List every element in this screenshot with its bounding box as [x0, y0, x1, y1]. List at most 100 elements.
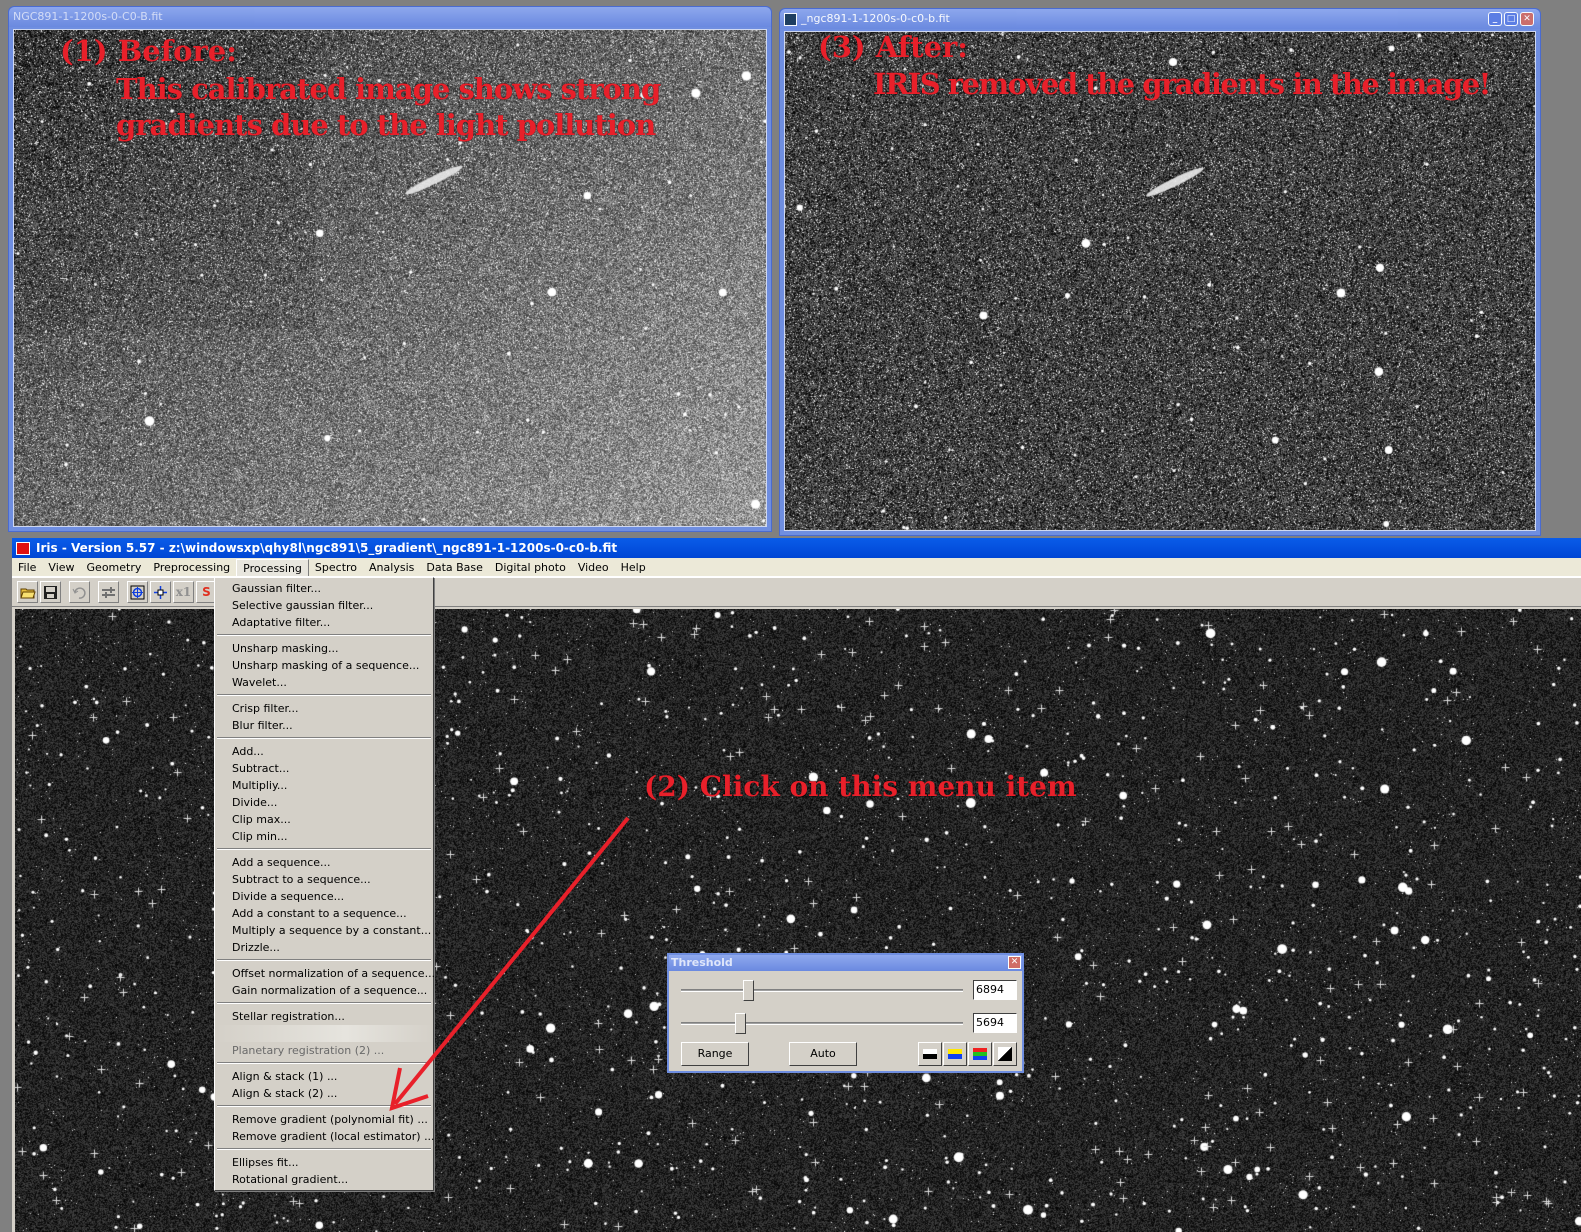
- menu-data-base[interactable]: Data Base: [420, 559, 489, 576]
- rgb-palette-button[interactable]: [968, 1042, 992, 1066]
- menu-preprocessing[interactable]: Preprocessing: [147, 559, 236, 576]
- high-threshold-input[interactable]: 6894: [973, 980, 1017, 1000]
- menu-geometry[interactable]: Geometry: [81, 559, 148, 576]
- menu-separator: [217, 694, 431, 696]
- menu-separator: [217, 848, 431, 850]
- threshold-close-button[interactable]: ✕: [1008, 956, 1021, 969]
- low-threshold-input[interactable]: 5694: [973, 1013, 1017, 1033]
- before-annotation-heading: (1) Before:: [60, 34, 237, 68]
- grayscale-palette-button[interactable]: [918, 1042, 942, 1066]
- menu-help[interactable]: Help: [615, 559, 652, 576]
- low-threshold-slider[interactable]: [734, 1013, 746, 1034]
- after-annotation-heading: (3) After:: [818, 30, 969, 64]
- after-image-canvas[interactable]: [784, 31, 1536, 531]
- iris-app-icon: [16, 541, 30, 555]
- zoom-fit-icon: [130, 585, 145, 599]
- menu-item-gain-normalization-of-a-sequence[interactable]: Gain normalization of a sequence...: [215, 982, 433, 999]
- open-folder-icon: [19, 588, 36, 599]
- menu-item-gaussian-filter[interactable]: Gaussian filter...: [215, 580, 433, 597]
- zoom-fit-button[interactable]: [127, 581, 148, 603]
- menu-item-drizzle[interactable]: Drizzle...: [215, 939, 433, 956]
- menu-item-unsharp-masking[interactable]: Unsharp masking...: [215, 640, 433, 657]
- save-disk-icon: [44, 585, 57, 599]
- threshold-titlebar[interactable]: Threshold ✕: [669, 955, 1022, 971]
- rgb-palette-icon: [973, 1048, 987, 1060]
- menu-separator: [217, 1148, 431, 1150]
- menu-item-offset-normalization-of-a-sequence[interactable]: Offset normalization of a sequence...: [215, 965, 435, 982]
- close-button[interactable]: ✕: [1520, 12, 1534, 26]
- red-tool-icon: S: [202, 585, 211, 599]
- after-window-titlebar[interactable]: _ngc891-1-1200s-0-c0-b.fit _ □ ✕: [780, 9, 1540, 29]
- yellow-blue-palette-button[interactable]: [943, 1042, 967, 1066]
- menu-item-align-stack-2[interactable]: Align & stack (2) ...: [215, 1085, 433, 1102]
- menu-separator: [217, 634, 431, 636]
- center-move-icon: [154, 585, 167, 599]
- processing-dropdown-menu: Gaussian filter... Selective gaussian fil…: [214, 577, 435, 1191]
- menu-digital-photo[interactable]: Digital photo: [489, 559, 572, 576]
- save-button[interactable]: [40, 581, 61, 603]
- threshold-sliders-icon: [102, 586, 115, 598]
- click-annotation: (2) Click on this menu item: [644, 770, 1077, 803]
- before-annotation-line2: gradients due to the light pollution: [116, 108, 656, 142]
- after-window-title: _ngc891-1-1200s-0-c0-b.fit: [801, 12, 950, 25]
- menu-item-add-a-constant-to-a-sequence[interactable]: Add a constant to a sequence...: [215, 905, 433, 922]
- undo-button[interactable]: [69, 581, 90, 603]
- threshold-dialog[interactable]: Threshold ✕ 6894 5694 Range Auto: [667, 953, 1024, 1073]
- menu-analysis[interactable]: Analysis: [363, 559, 420, 576]
- menu-item-blur-filter[interactable]: Blur filter...: [215, 717, 433, 734]
- menu-item-clip-max[interactable]: Clip max...: [215, 811, 433, 828]
- menu-item-divide-a-sequence[interactable]: Divide a sequence...: [215, 888, 433, 905]
- menu-item-remove-gradient-local-estimator[interactable]: Remove gradient (local estimator) ...: [215, 1128, 435, 1145]
- menu-item-clip-min[interactable]: Clip min...: [215, 828, 433, 845]
- menu-file[interactable]: File: [12, 559, 42, 576]
- invert-palette-icon: [998, 1047, 1012, 1061]
- menu-item-wavelet[interactable]: Wavelet...: [215, 674, 433, 691]
- menu-view[interactable]: View: [42, 559, 80, 576]
- before-annotation-line1: This calibrated image shows strong: [116, 72, 661, 106]
- menu-spectro[interactable]: Spectro: [309, 559, 363, 576]
- after-starfield-image: [785, 32, 1535, 530]
- invert-palette-button[interactable]: [993, 1042, 1017, 1066]
- menu-item-adaptative-filter[interactable]: Adaptative filter...: [215, 614, 433, 631]
- menu-processing[interactable]: Processing: [236, 558, 309, 576]
- menu-item-subtract-to-a-sequence[interactable]: Subtract to a sequence...: [215, 871, 433, 888]
- menu-video[interactable]: Video: [572, 559, 615, 576]
- high-threshold-slider[interactable]: [743, 980, 755, 1001]
- main-window-titlebar[interactable]: Iris - Version 5.57 - z:\windowsxp\qhy8l…: [12, 538, 1581, 558]
- menu-item-blank: [215, 1025, 433, 1042]
- low-threshold-track[interactable]: [681, 1022, 963, 1025]
- menu-item-unsharp-masking-of-a-sequence[interactable]: Unsharp masking of a sequence...: [215, 657, 433, 674]
- menu-item-remove-gradient-polynomial-fit[interactable]: Remove gradient (polynomial fit) ...: [215, 1111, 433, 1128]
- auto-button[interactable]: Auto: [789, 1042, 857, 1066]
- menu-separator: [217, 1105, 431, 1107]
- main-window-title: Iris - Version 5.57 - z:\windowsxp\qhy8l…: [36, 541, 618, 555]
- before-window-title: NGC891-1-1200s-0-C0-B.fit: [13, 10, 163, 23]
- menu-item-stellar-registration[interactable]: Stellar registration...: [215, 1008, 433, 1025]
- menu-item-subtract[interactable]: Subtract...: [215, 760, 433, 777]
- center-button[interactable]: [150, 581, 171, 603]
- yellow-blue-palette-icon: [948, 1049, 962, 1059]
- menu-item-ellipses-fit[interactable]: Ellipses fit...: [215, 1154, 433, 1171]
- menu-item-multipliy[interactable]: Multipliy...: [215, 777, 433, 794]
- app-file-icon: [784, 12, 797, 26]
- menu-item-add[interactable]: Add...: [215, 743, 433, 760]
- range-button[interactable]: Range: [681, 1042, 749, 1066]
- menu-item-selective-gaussian-filter[interactable]: Selective gaussian filter...: [215, 597, 433, 614]
- maximize-button[interactable]: □: [1504, 12, 1518, 26]
- menu-item-multiply-a-sequence-by-a-constant[interactable]: Multiply a sequence by a constant...: [215, 922, 433, 939]
- menu-item-planetary-registration-2[interactable]: Planetary registration (2) ...: [215, 1042, 433, 1059]
- open-button[interactable]: [17, 581, 38, 603]
- menu-item-crisp-filter[interactable]: Crisp filter...: [215, 700, 433, 717]
- minimize-button[interactable]: _: [1488, 12, 1502, 26]
- menu-item-divide[interactable]: Divide...: [215, 794, 433, 811]
- threshold-button[interactable]: [98, 581, 119, 603]
- menu-item-align-stack-1[interactable]: Align & stack (1) ...: [215, 1068, 433, 1085]
- menu-separator: [217, 1002, 431, 1004]
- menu-separator: [217, 959, 431, 961]
- before-window-titlebar[interactable]: NGC891-1-1200s-0-C0-B.fit: [9, 7, 771, 27]
- zoom-1x-button[interactable]: x1: [173, 581, 194, 603]
- menu-item-add-a-sequence[interactable]: Add a sequence...: [215, 854, 433, 871]
- threshold-title: Threshold: [671, 956, 733, 969]
- high-threshold-track[interactable]: [681, 989, 963, 992]
- menu-item-rotational-gradient[interactable]: Rotational gradient...: [215, 1171, 433, 1188]
